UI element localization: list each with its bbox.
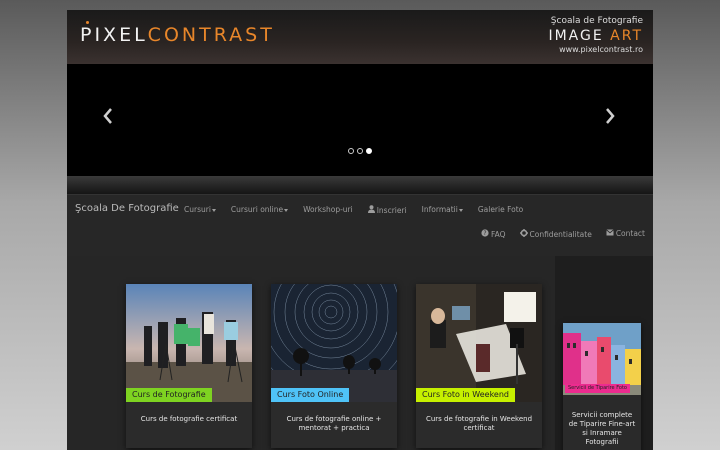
course-banner: Curs Foto in Weekend — [416, 388, 515, 402]
course-photo-studio: Curs Foto in Weekend — [416, 284, 542, 402]
course-grid: Curs de Fotografie Curs de fotografie ce… — [67, 256, 555, 450]
caret-down-icon — [458, 208, 463, 212]
caret-down-icon — [284, 208, 289, 212]
print-photo-houses: Servicii de Tiparire Foto — [563, 323, 641, 395]
nav-label: Inscrieri — [376, 206, 407, 215]
print-services-description: Servicii complete de Tiparire Fine-art s… — [568, 411, 636, 446]
carousel-indicators — [348, 148, 372, 154]
art-word: ART — [610, 28, 643, 44]
nav-label: Cursuri — [184, 205, 211, 214]
nav-label: FAQ — [490, 230, 506, 239]
carousel-dot-2[interactable] — [357, 148, 363, 154]
nav-label: Galerie Foto — [477, 205, 524, 214]
nav-item-faq[interactable]: ? FAQ — [481, 229, 506, 239]
image-art-logo[interactable]: Şcoala de Fotografie IMAGE ART www.pixel… — [548, 16, 643, 54]
navbar-brand[interactable]: Şcoala De Fotografie — [75, 203, 179, 214]
carousel-dot-3[interactable] — [366, 148, 372, 154]
logo-pixel: PIXEL — [80, 24, 148, 46]
nav-label: Cursuri online — [230, 205, 284, 214]
print-services-card[interactable]: Servicii de Tiparire Foto Servicii compl… — [563, 323, 641, 450]
nav-label: Confidentialitate — [529, 230, 592, 239]
question-circle-icon: ? — [481, 229, 489, 239]
nav-item-cursuri[interactable]: Cursuri — [184, 205, 216, 215]
svg-text:?: ? — [483, 230, 486, 237]
logo[interactable]: PIXELCONTRAST — [80, 21, 275, 46]
course-card-weekend[interactable]: Curs Foto in Weekend Curs de fotografie … — [416, 284, 542, 448]
nav-item-cursuri-online[interactable]: Cursuri online — [230, 205, 289, 215]
nav-item-confidentialitate[interactable]: Confidentialitate — [519, 229, 592, 239]
course-photo-startrails: Curs Foto Online — [271, 284, 397, 402]
nav-item-galerie[interactable]: Galerie Foto — [478, 205, 523, 215]
image-carousel — [67, 64, 653, 176]
course-card-fotografie[interactable]: Curs de Fotografie Curs de fotografie ce… — [126, 284, 252, 448]
site-container: PIXELCONTRAST Şcoala de Fotografie IMAGE… — [67, 10, 653, 450]
course-description: Curs de fotografie in Weekend certificat — [425, 415, 533, 432]
logo-dot — [86, 21, 89, 24]
print-banner: Servicii de Tiparire Foto — [565, 384, 630, 393]
content-area: Curs de Fotografie Curs de fotografie ce… — [67, 256, 653, 450]
caret-down-icon — [211, 208, 216, 212]
nav-item-inscrieri[interactable]: Inscrieri — [367, 205, 407, 215]
header-divider-strip — [67, 176, 653, 194]
nav-label: Informatii — [421, 205, 458, 214]
course-description: Curs de fotografie online + mentorat + p… — [286, 415, 382, 432]
site-header: PIXELCONTRAST Şcoala de Fotografie IMAGE… — [67, 10, 653, 64]
course-description: Curs de fotografie certificat — [140, 415, 238, 423]
image-word: IMAGE — [548, 28, 604, 44]
gear-icon — [519, 229, 528, 239]
sidebar: Servicii de Tiparire Foto Servicii compl… — [555, 256, 653, 450]
carousel-dot-1[interactable] — [348, 148, 354, 154]
chevron-left-icon[interactable] — [103, 108, 113, 129]
image-art-title: IMAGE ART — [548, 28, 643, 44]
course-card-online[interactable]: Curs Foto Online Curs de fotografie onli… — [271, 284, 397, 448]
nav-item-contact[interactable]: Contact — [606, 229, 645, 239]
user-icon — [367, 205, 375, 215]
nav-menu: Cursuri Cursuri online Workshop-uri Insc… — [184, 205, 523, 215]
envelope-icon — [606, 229, 614, 238]
school-line: Şcoala de Fotografie — [550, 16, 643, 26]
nav-label: Contact — [615, 229, 645, 238]
chevron-right-icon[interactable] — [605, 108, 615, 129]
nav-right-menu: ? FAQ Confidentialitate Contact — [481, 229, 645, 239]
course-banner: Curs de Fotografie — [126, 388, 212, 402]
nav-item-workshop[interactable]: Workshop-uri — [303, 205, 353, 215]
website-url: www.pixelcontrast.ro — [559, 45, 643, 54]
course-banner: Curs Foto Online — [271, 388, 350, 402]
nav-item-informatii[interactable]: Informatii — [422, 205, 463, 215]
logo-contrast: CONTRAST — [147, 24, 275, 46]
nav-label: Workshop-uri — [303, 205, 353, 214]
course-photo-group: Curs de Fotografie — [126, 284, 252, 402]
main-navbar: Şcoala De Fotografie Cursuri Cursuri onl… — [67, 194, 653, 256]
